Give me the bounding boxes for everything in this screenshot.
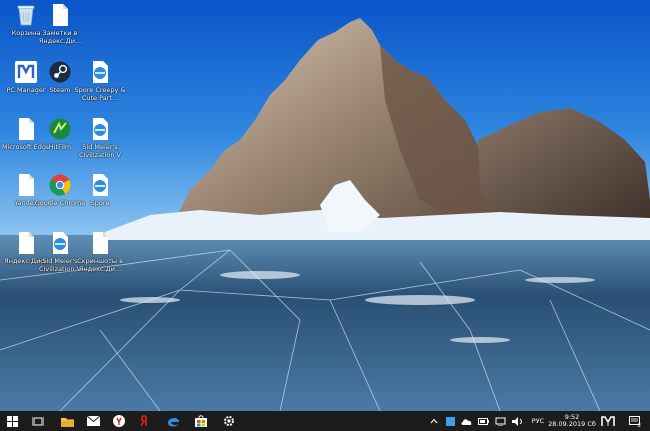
tray-notifications[interactable]: 2 — [624, 411, 644, 431]
desktop-icon-label: Заметки в Яндекс.Ди... — [38, 29, 82, 45]
cloud-icon — [461, 418, 471, 425]
pc-manager-icon — [601, 415, 615, 426]
hitfilm-icon — [49, 118, 71, 140]
desktop-icon-label: Spore — [90, 199, 110, 207]
tray-app-icon[interactable] — [443, 411, 457, 431]
tray-pc-manager[interactable] — [598, 411, 618, 431]
desktop-icon-file-shortcut[interactable]: Скриншоты в Яндекс.Ди... — [74, 228, 126, 280]
taskbar-app-store[interactable] — [190, 411, 212, 431]
start-button[interactable] — [4, 411, 20, 431]
taskbar: РУС 9:52 28.09.2019 Сб 2 — [0, 411, 650, 431]
internet-explorer-icon — [93, 118, 108, 140]
tray-onedrive[interactable] — [459, 411, 473, 431]
tray-clock[interactable]: 9:52 28.09.2019 Сб — [548, 411, 596, 431]
taskbar-app-yandex-browser[interactable] — [108, 411, 130, 431]
network-icon — [495, 417, 505, 426]
desktop[interactable]: Корзина PC Manager Microsoft Edge Yandex… — [0, 0, 650, 411]
tray-show-hidden-icons[interactable] — [428, 411, 440, 431]
volume-icon — [511, 416, 522, 426]
battery-icon — [477, 417, 489, 425]
settings-icon — [224, 416, 234, 426]
file-explorer-icon — [60, 417, 74, 427]
steam-icon — [49, 61, 71, 83]
desktop-icon-spore[interactable]: Spore — [74, 170, 126, 222]
tray-battery[interactable] — [476, 411, 490, 431]
desktop-icon-notes[interactable]: Заметки в Яндекс.Ди... — [34, 0, 86, 52]
taskbar-app-yandex[interactable] — [134, 411, 156, 431]
tray-network[interactable] — [493, 411, 507, 431]
clock-date: 28.09.2019 Сб — [548, 420, 596, 428]
taskbar-app-mail[interactable] — [82, 411, 104, 431]
desktop-icon-label: Sid Meier's Civilization V — [79, 143, 121, 159]
taskbar-app-file-explorer[interactable] — [56, 411, 78, 431]
yandex-icon — [140, 415, 147, 427]
document-icon — [93, 232, 108, 254]
desktop-icon-label: Скриншоты в Яндекс.Ди... — [77, 257, 123, 273]
internet-explorer-icon — [53, 232, 68, 254]
store-icon — [195, 415, 207, 427]
taskbar-app-settings[interactable] — [218, 411, 240, 431]
edge-icon — [167, 417, 179, 427]
document-icon — [53, 4, 68, 26]
notification-count: 2 — [637, 423, 642, 429]
desktop-icon-label: Spore Creepy & Cute Part... — [74, 86, 126, 102]
desktop-icon-civilization-v[interactable]: Sid Meier's Civilization V — [74, 114, 126, 166]
desktop-icon-spore-creepy[interactable]: Spore Creepy & Cute Part... — [74, 57, 126, 109]
internet-explorer-icon — [93, 61, 108, 83]
tray-app-icon — [445, 416, 455, 426]
chrome-icon — [49, 174, 71, 196]
task-view-button[interactable] — [28, 411, 48, 431]
taskbar-app-edge[interactable] — [162, 411, 184, 431]
task-view-icon — [32, 416, 44, 426]
yandex-browser-icon — [113, 415, 125, 427]
chevron-up-icon — [430, 418, 438, 424]
tray-language[interactable]: РУС — [527, 411, 549, 431]
start-icon — [6, 415, 18, 427]
mail-icon — [86, 416, 100, 426]
internet-explorer-icon — [93, 174, 108, 196]
tray-volume[interactable] — [510, 411, 524, 431]
